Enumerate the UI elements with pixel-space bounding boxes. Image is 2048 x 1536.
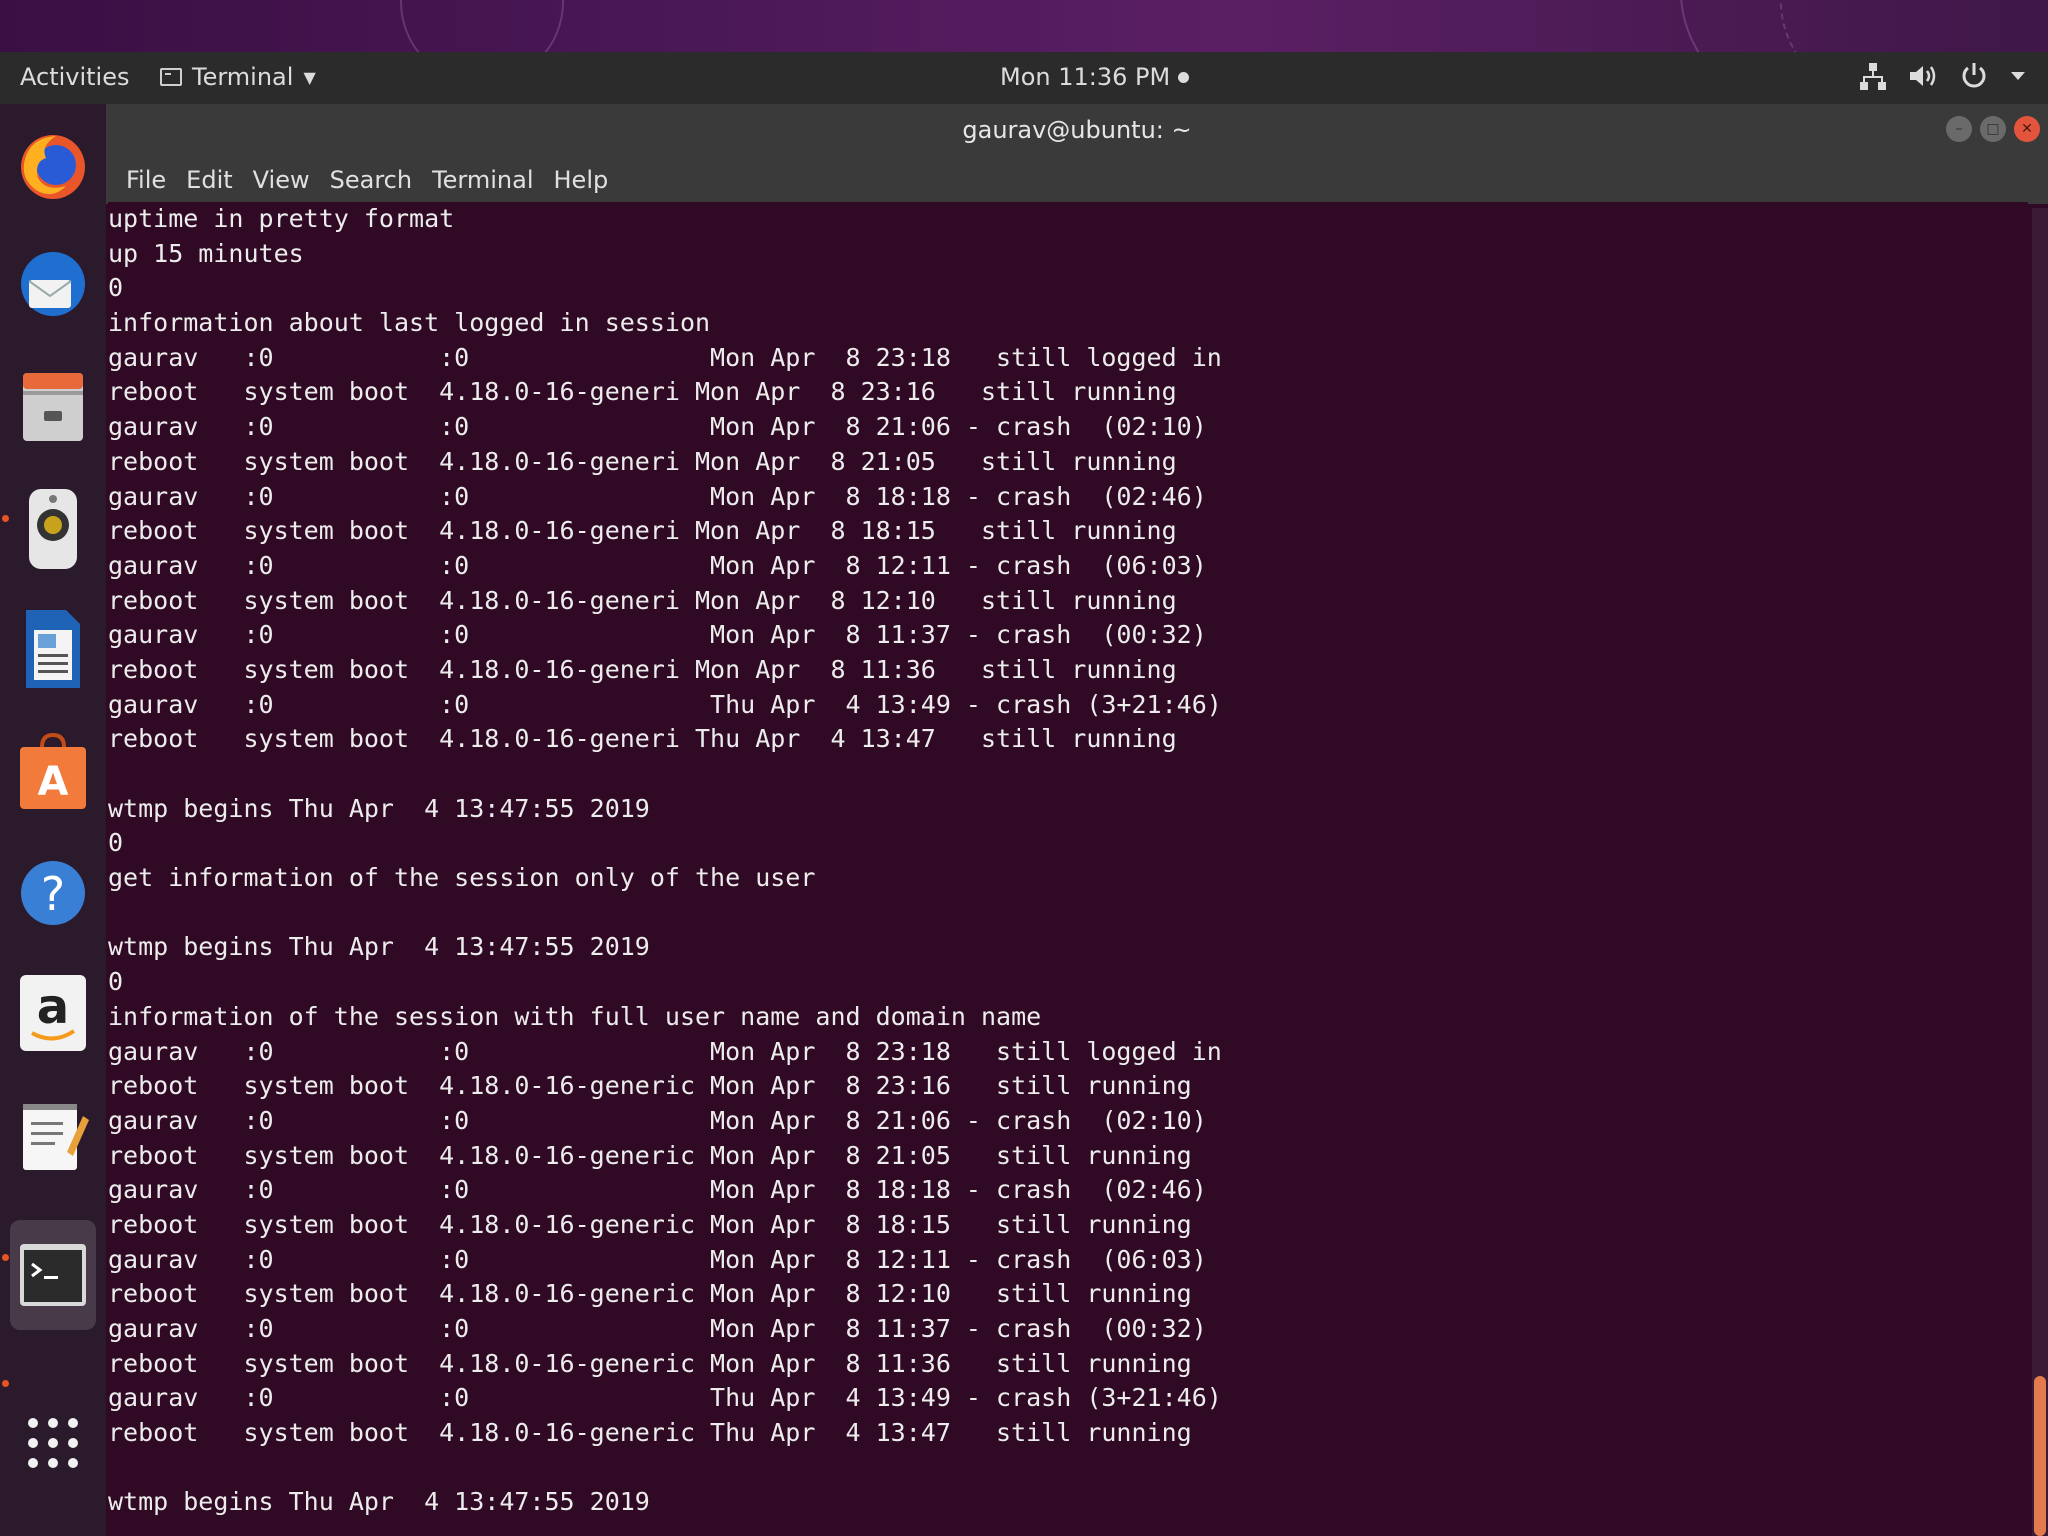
volume-icon[interactable] bbox=[1908, 62, 1938, 90]
terminal-line: uptime in pretty format bbox=[108, 204, 455, 233]
close-icon[interactable]: ✕ bbox=[2014, 116, 2040, 142]
top-bar: Activities Terminal ▼ Mon 11:36 PM bbox=[0, 52, 2048, 104]
terminal-line: reboot system boot 4.18.0-16-generi Mon … bbox=[108, 585, 1177, 615]
window-titlebar[interactable]: gaurav@ubuntu: ~ – □ ✕ bbox=[106, 104, 2048, 156]
app-menu-label: Terminal bbox=[192, 63, 294, 91]
terminal-line: gaurav :0 :0 Thu Apr 4 13:49 - crash (3+… bbox=[108, 689, 1222, 719]
terminal-line: reboot system boot 4.18.0-16-generic Mon… bbox=[108, 1279, 1192, 1309]
dock-item-writer[interactable] bbox=[10, 606, 96, 692]
files-icon bbox=[23, 373, 83, 441]
clock-label: Mon 11:36 PM bbox=[1000, 63, 1171, 91]
dock-item-help[interactable]: ? bbox=[10, 850, 96, 936]
activities-button[interactable]: Activities bbox=[20, 63, 130, 91]
shopping-bag-icon: A bbox=[20, 732, 86, 809]
network-icon[interactable] bbox=[1860, 61, 1886, 91]
dock: A ? a bbox=[0, 104, 106, 1536]
window-title: gaurav@ubuntu: ~ bbox=[962, 116, 1192, 144]
terminal-line: information of the session with full use… bbox=[108, 1001, 1042, 1031]
dock-item-thunderbird[interactable] bbox=[10, 242, 96, 328]
menu-help[interactable]: Help bbox=[544, 166, 619, 194]
terminal-line: get information of the session only of t… bbox=[108, 863, 816, 893]
terminal-line: reboot system boot 4.18.0-16-generic Mon… bbox=[108, 1071, 1192, 1101]
terminal-window: gaurav@ubuntu: ~ – □ ✕ File Edit View Se… bbox=[106, 104, 2048, 1536]
chevron-down-icon[interactable] bbox=[2010, 70, 2026, 82]
terminal-line: 0 bbox=[108, 828, 124, 858]
terminal-line: wtmp begins Thu Apr 4 13:47:55 2019 bbox=[108, 1487, 650, 1517]
terminal-line: reboot system boot 4.18.0-16-generic Mon… bbox=[108, 1140, 1192, 1170]
power-icon[interactable] bbox=[1960, 62, 1988, 90]
running-indicator bbox=[2, 1380, 9, 1387]
terminal-line: reboot system boot 4.18.0-16-generi Thu … bbox=[108, 724, 1177, 754]
dock-item-firefox[interactable] bbox=[10, 122, 96, 208]
clock[interactable]: Mon 11:36 PM bbox=[1000, 63, 1190, 91]
dock-item-software[interactable]: A bbox=[10, 728, 96, 814]
terminal-line: gaurav :0 :0 Thu Apr 4 13:49 - crash (3+… bbox=[108, 1383, 1222, 1413]
terminal-line: wtmp begins Thu Apr 4 13:47:55 2019 bbox=[108, 793, 650, 823]
maximize-icon[interactable]: □ bbox=[1980, 116, 2006, 142]
terminal-output[interactable]: uptime in pretty format up 15 minutes 0 inf… bbox=[108, 202, 2028, 1536]
terminal-line: reboot system boot 4.18.0-16-generic Thu… bbox=[108, 1418, 1192, 1448]
terminal-line: gaurav :0 :0 Mon Apr 8 11:37 - crash (00… bbox=[108, 1314, 1207, 1343]
svg-text:?: ? bbox=[41, 867, 65, 921]
terminal-line: reboot system boot 4.18.0-16-generi Mon … bbox=[108, 446, 1177, 476]
dock-item-show-applications[interactable] bbox=[10, 1400, 96, 1486]
terminal-line: gaurav :0 :0 Mon Apr 8 11:37 - crash (00… bbox=[108, 620, 1207, 650]
terminal-line: gaurav :0 :0 Mon Apr 8 23:18 still logge… bbox=[108, 1036, 1222, 1066]
terminal-line: wtmp begins Thu Apr 4 13:47:55 2019 bbox=[108, 932, 650, 962]
dock-item-amazon[interactable]: a bbox=[10, 970, 96, 1056]
menu-terminal[interactable]: Terminal bbox=[422, 166, 543, 194]
notepad-icon bbox=[23, 1104, 89, 1170]
terminal-icon bbox=[20, 1244, 86, 1306]
terminal-line: gaurav :0 :0 Mon Apr 8 21:06 - crash (02… bbox=[108, 412, 1207, 442]
menu-bar: File Edit View Search Terminal Help bbox=[106, 156, 2048, 204]
terminal-scrollbar[interactable] bbox=[2032, 208, 2048, 1536]
terminal-line: reboot system boot 4.18.0-16-generi Mon … bbox=[108, 516, 1177, 546]
document-icon bbox=[26, 610, 80, 688]
terminal-line: gaurav :0 :0 Mon Apr 8 18:18 - crash (02… bbox=[108, 1175, 1207, 1205]
dock-item-text-editor[interactable] bbox=[10, 1092, 96, 1178]
menu-search[interactable]: Search bbox=[320, 166, 422, 194]
svg-text:A: A bbox=[38, 759, 69, 805]
terminal-line: 0 bbox=[108, 967, 124, 997]
running-indicator bbox=[2, 1254, 9, 1261]
desktop-wallpaper bbox=[0, 0, 2048, 52]
menu-view[interactable]: View bbox=[243, 166, 320, 194]
speaker-icon bbox=[29, 489, 77, 569]
minimize-icon[interactable]: – bbox=[1946, 116, 1972, 142]
menu-file[interactable]: File bbox=[116, 166, 176, 194]
dock-item-rhythmbox[interactable] bbox=[10, 486, 96, 572]
terminal-line: gaurav :0 :0 Mon Apr 8 12:11 - crash (06… bbox=[108, 550, 1207, 580]
menu-edit[interactable]: Edit bbox=[176, 166, 242, 194]
terminal-line: information about last logged in session bbox=[108, 308, 711, 338]
help-icon: ? bbox=[21, 861, 85, 925]
chevron-down-icon: ▼ bbox=[303, 67, 316, 87]
dock-item-files[interactable] bbox=[10, 364, 96, 450]
terminal-line: reboot system boot 4.18.0-16-generic Mon… bbox=[108, 1348, 1192, 1378]
firefox-icon bbox=[21, 135, 85, 199]
terminal-line: up 15 minutes bbox=[108, 238, 304, 268]
terminal-line: reboot system boot 4.18.0-16-generi Mon … bbox=[108, 654, 1177, 684]
terminal-line: gaurav :0 :0 Mon Apr 8 18:18 - crash (02… bbox=[108, 481, 1207, 511]
mail-icon bbox=[21, 252, 85, 316]
svg-text:a: a bbox=[37, 979, 69, 1035]
app-menu[interactable]: Terminal ▼ bbox=[160, 63, 316, 91]
terminal-line: gaurav :0 :0 Mon Apr 8 23:18 still logge… bbox=[108, 342, 1222, 372]
scrollbar-thumb[interactable] bbox=[2034, 1376, 2046, 1536]
terminal-line: gaurav :0 :0 Mon Apr 8 21:06 - crash (02… bbox=[108, 1105, 1207, 1135]
dock-item-terminal[interactable] bbox=[10, 1220, 96, 1330]
grid-icon bbox=[28, 1418, 78, 1468]
terminal-icon bbox=[160, 68, 182, 86]
running-indicator bbox=[2, 515, 9, 522]
terminal-line: 0 bbox=[108, 273, 124, 303]
notification-dot-icon bbox=[1178, 71, 1190, 83]
amazon-icon: a bbox=[20, 975, 86, 1051]
terminal-line: reboot system boot 4.18.0-16-generi Mon … bbox=[108, 377, 1177, 407]
terminal-line: gaurav :0 :0 Mon Apr 8 12:11 - crash (06… bbox=[108, 1244, 1207, 1274]
system-tray[interactable] bbox=[1860, 61, 2026, 91]
terminal-line: reboot system boot 4.18.0-16-generic Mon… bbox=[108, 1209, 1192, 1239]
